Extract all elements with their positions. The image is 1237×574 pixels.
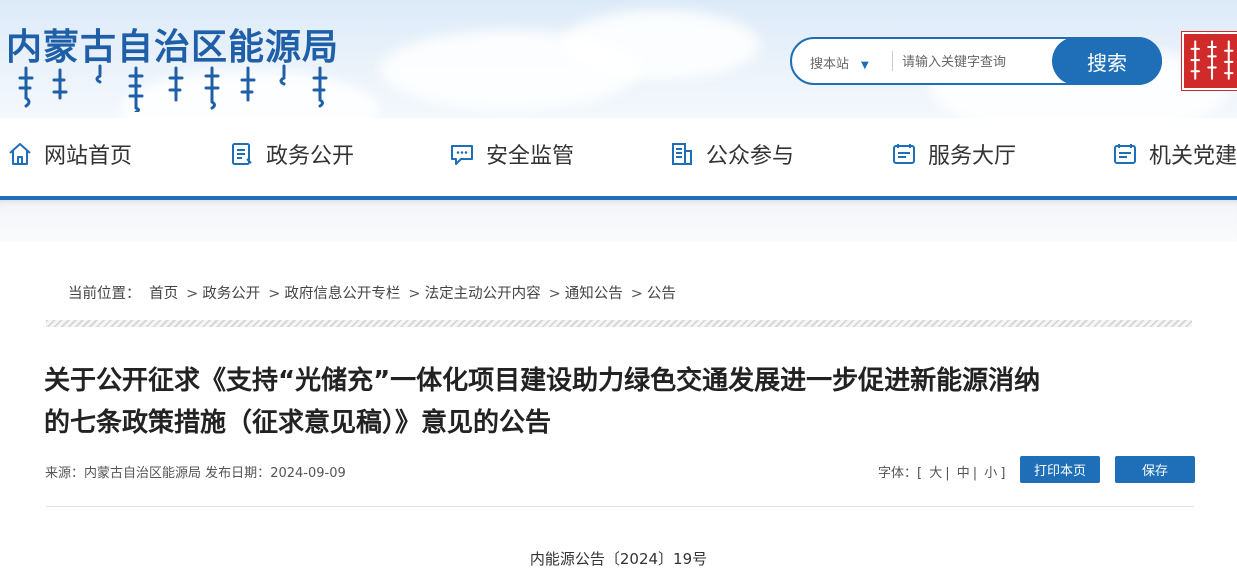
breadcrumb-link-notices[interactable]: 通知公告 xyxy=(565,286,623,302)
divider xyxy=(46,506,1194,507)
chat-icon xyxy=(448,140,476,168)
id-card-icon xyxy=(890,140,918,168)
font-size-medium[interactable]: 中 xyxy=(954,466,973,481)
nav-item-government-affairs[interactable]: 政务公开 xyxy=(228,138,354,170)
nav-item-home[interactable]: 网站首页 xyxy=(6,138,132,170)
date-label: 发布日期： xyxy=(205,466,271,481)
nav-item-safety-supervision[interactable]: 安全监管 xyxy=(448,138,574,170)
search-scope-label: 搜本站 xyxy=(810,57,850,72)
breadcrumb: 当前位置： 首页 > 政务公开 > 政府信息公开专栏 > 法定主动公开内容 > 通知公告 > 公告 xyxy=(68,282,680,303)
breadcrumb-separator: > xyxy=(408,286,421,302)
nav-label: 网站首页 xyxy=(44,144,133,169)
print-button[interactable]: 打印本页 xyxy=(1020,456,1100,483)
article-title: 关于公开征求《支持“光储充”一体化项目建设助力绿色交通发展进一步促进新能源消纳 … xyxy=(44,360,1174,444)
article-title-line: 关于公开征求《支持“光储充”一体化项目建设助力绿色交通发展进一步促进新能源消纳 xyxy=(44,366,1041,396)
breadcrumb-separator: > xyxy=(630,286,643,302)
save-button[interactable]: 保存 xyxy=(1115,456,1195,483)
nav-item-service-hall[interactable]: 服务大厅 xyxy=(890,138,1016,170)
breadcrumb-separator: > xyxy=(268,286,281,302)
hatched-divider xyxy=(46,320,1192,327)
document-number: 内能源公告〔2024〕19号 xyxy=(529,550,708,568)
breadcrumb-prefix: 当前位置： xyxy=(68,286,141,302)
section-gap xyxy=(0,200,1237,242)
article-meta: 来源：内蒙古自治区能源局 发布日期：2024-09-09 xyxy=(45,462,346,481)
nav-label: 公众参与 xyxy=(706,144,795,169)
publish-date: 2024-09-09 xyxy=(270,466,346,481)
caret-down-icon: ▼ xyxy=(861,60,869,71)
home-icon xyxy=(6,140,34,168)
search-scope-select[interactable]: 搜本站 ▼ xyxy=(810,53,869,72)
nav-item-party-building[interactable]: 机关党建 xyxy=(1111,138,1237,170)
report-icon xyxy=(668,140,696,168)
font-size-small[interactable]: 小 xyxy=(981,466,1000,481)
breadcrumb-link-info-column[interactable]: 政府信息公开专栏 xyxy=(284,286,400,302)
nav-label: 政务公开 xyxy=(266,144,355,169)
document-icon xyxy=(228,140,256,168)
font-size-large[interactable]: 大 xyxy=(926,466,945,481)
id-card-icon xyxy=(1111,140,1139,168)
mongolian-script-logo xyxy=(18,64,328,112)
header-banner: 内蒙古自治区能源局 搜本站▼ 搜索 xyxy=(0,0,1237,118)
breadcrumb-separator: > xyxy=(186,286,199,302)
search-button[interactable]: 搜索 xyxy=(1052,37,1162,85)
breadcrumb-link-statutory-content[interactable]: 法定主动公开内容 xyxy=(425,286,541,302)
search-box: 搜本站 ▼ 搜索 xyxy=(790,37,1162,85)
seal-logo xyxy=(1181,31,1237,91)
article-title-line: 的七条政策措施（征求意见稿）》意见的公告 xyxy=(44,408,552,438)
font-size-label: 字体： xyxy=(878,466,918,481)
breadcrumb-separator: > xyxy=(548,286,561,302)
source-value: 内蒙古自治区能源局 xyxy=(84,466,202,481)
nav-label: 机关党建 xyxy=(1149,144,1237,169)
breadcrumb-link-announcement[interactable]: 公告 xyxy=(647,286,676,302)
cloud-decoration xyxy=(560,10,760,80)
breadcrumb-link-government-affairs[interactable]: 政务公开 xyxy=(202,286,260,302)
nav-label: 服务大厅 xyxy=(928,144,1017,169)
divider xyxy=(892,51,893,71)
article-container: 当前位置： 首页 > 政务公开 > 政府信息公开专栏 > 法定主动公开内容 > 通知公告 > 公告 … xyxy=(0,242,1237,574)
source-label: 来源： xyxy=(45,466,85,481)
main-nav: 网站首页 政务公开 安全监管 公众参与 服务大厅 机关党建 xyxy=(0,118,1237,196)
nav-label: 安全监管 xyxy=(486,144,575,169)
nav-item-public-participation[interactable]: 公众参与 xyxy=(668,138,794,170)
search-input[interactable] xyxy=(900,49,1054,75)
font-size-control: 字体：[ 大 | 中 | 小] xyxy=(878,466,1006,481)
breadcrumb-link-home[interactable]: 首页 xyxy=(149,286,178,302)
